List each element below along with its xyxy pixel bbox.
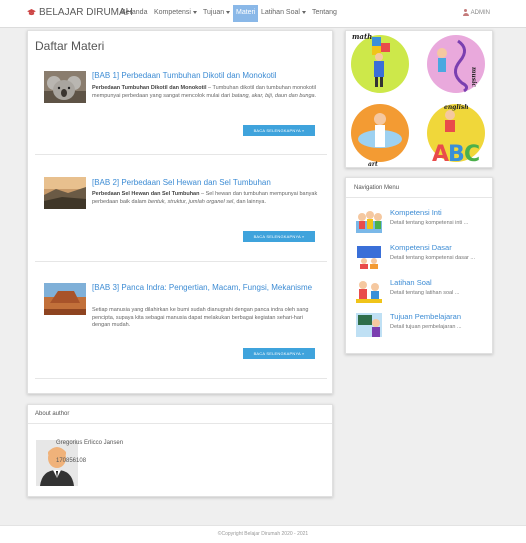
entry-title-bab2[interactable]: [BAB 2] Perbedaan Sel Hewan dan Sel Tumb… [92, 178, 322, 188]
nav-link-kompetensi-inti[interactable]: Kompetensi Inti [390, 208, 442, 217]
navigation-menu-card: Navigation Menu Kompetensi Inti Detail t… [345, 177, 493, 354]
nav-link-desc: Detail tentang latihan soal ... [390, 290, 460, 296]
children-reading-icon[interactable] [354, 207, 384, 235]
word-math: math [352, 32, 372, 41]
entry-excerpt-bab3: Setiap manusia yang dilahirkan ke bumi s… [92, 307, 309, 328]
author-id: 170856108 [56, 458, 87, 464]
entry-emphasis-bab1: batang, akar, biji, daun dan bunga [231, 92, 315, 99]
graduation-cap-icon [27, 9, 36, 16]
nav-beranda[interactable]: Beranda [121, 9, 147, 16]
page-title: Daftar Materi [35, 39, 105, 53]
classroom-icon[interactable] [354, 242, 384, 270]
koala-thumbnail[interactable] [44, 71, 86, 103]
subjects-illustration: A B C math music art english [346, 31, 492, 168]
brand-name: BELAJAR DIRUMAH [39, 7, 133, 18]
materi-list-card: Daftar Materi [BAB 1] Perbedaan Tumbuhan… [27, 30, 333, 394]
entry-excerpt-bab2: Perbedaan Sel Hewan dan Sel Tumbuhan – S… [92, 191, 320, 206]
footer: ©Copyright Belajar Dirumah 2020 - 2021 [0, 525, 526, 543]
nav-kompetensi-label: Kompetensi [154, 9, 191, 16]
nav-link-desc: Detail tentang kompetensi dasar ... [390, 255, 475, 261]
subjects-illustration-card: A B C math music art english [345, 30, 493, 168]
nav-link-desc: Detail tujuan pembelajaran ... [390, 324, 462, 330]
chevron-down-icon [192, 10, 197, 14]
nav-tujuan-label: Tujuan [203, 9, 225, 16]
entry-excerpt-bab1: Perbedaan Tumbuhan Dikotil dan Monokotil… [92, 85, 320, 100]
entry-emphasis-bab2: bentuk, struktur, jumlah organel sel [147, 198, 234, 205]
chevron-down-icon [226, 10, 231, 14]
entry-title-bab1[interactable]: [BAB 1] Perbedaan Tumbuhan Dikotil dan M… [92, 71, 322, 81]
nav-latihan-soal-label: Latihan Soal [261, 9, 300, 16]
nav-tujuan[interactable]: Tujuan [203, 9, 231, 16]
kids-writing-icon[interactable] [354, 277, 384, 305]
nav-link-desc: Detail tentang kompetensi inti ... [390, 220, 469, 226]
author-heading: About author [28, 405, 332, 424]
nav-menu-heading: Navigation Menu [346, 178, 492, 198]
wall-landscape-thumbnail[interactable] [44, 177, 86, 209]
read-more-button-bab1[interactable]: BACA SELENGKAPNYA » [243, 125, 315, 136]
entry-lead-bab2: Perbedaan Sel Hewan dan Sel Tumbuhan [92, 191, 200, 197]
divider [35, 154, 327, 155]
author-name: Gregorius Erlicco Jansen [56, 440, 124, 446]
top-navbar: BELAJAR DIRUMAH Beranda Kompetensi Tujua… [0, 0, 526, 28]
nav-link-kompetensi-dasar[interactable]: Kompetensi Dasar [390, 243, 452, 252]
entry-lead-bab1: Perbedaan Tumbuhan Dikotil dan Monokotil [92, 85, 207, 91]
entry-tail-bab1: . [314, 92, 317, 99]
divider [35, 378, 327, 379]
about-author-card: About author [27, 404, 333, 497]
svg-text:B: B [448, 142, 465, 167]
user-menu[interactable]: ADMIN [462, 9, 490, 16]
word-english: english [444, 104, 469, 111]
entry-tail-bab2: , dan lainnya. [233, 198, 266, 205]
user-icon [462, 9, 469, 16]
nav-link-latihan-soal[interactable]: Latihan Soal [390, 278, 432, 287]
read-more-button-bab2[interactable]: BACA SELENGKAPNYA » [243, 231, 315, 242]
chevron-down-icon [301, 10, 306, 14]
entry-title-bab3[interactable]: [BAB 3] Panca Indra: Pengertian, Macam, … [92, 283, 322, 293]
brand-logo[interactable]: BELAJAR DIRUMAH [27, 7, 133, 18]
user-name: ADMIN [470, 9, 490, 16]
nav-tentang[interactable]: Tentang [312, 9, 337, 16]
read-more-button-bab3[interactable]: BACA SELENGKAPNYA » [243, 348, 315, 359]
nav-latihan-soal[interactable]: Latihan Soal [261, 9, 306, 16]
word-music: music [470, 67, 477, 87]
svg-text:A: A [432, 142, 449, 167]
teacher-board-icon[interactable] [354, 311, 384, 339]
nav-link-tujuan-pembelajaran[interactable]: Tujuan Pembelajaran [390, 312, 461, 321]
divider [35, 261, 327, 262]
word-art: art [368, 161, 378, 167]
nav-kompetensi[interactable]: Kompetensi [154, 9, 197, 16]
svg-text:C: C [464, 142, 480, 167]
nav-materi[interactable]: Materi [233, 5, 259, 22]
desert-thumbnail[interactable] [44, 283, 86, 315]
